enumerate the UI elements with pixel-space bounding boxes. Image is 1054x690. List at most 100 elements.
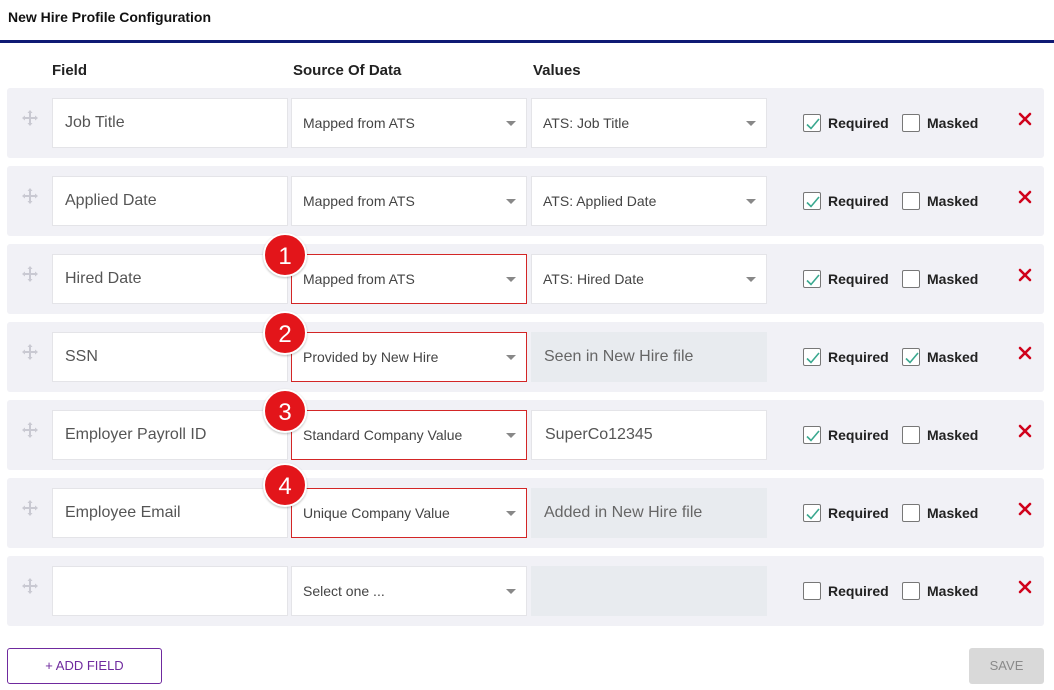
required-label: Required [828,349,889,365]
source-select-value: Mapped from ATS [303,193,415,209]
source-select-value: Mapped from ATS [303,115,415,131]
source-select[interactable]: Unique Company Value [291,488,527,538]
masked-checkbox[interactable] [902,426,920,444]
close-icon[interactable] [1018,112,1032,126]
required-checkbox[interactable] [803,114,821,132]
required-label: Required [828,505,889,521]
checkmark-icon [806,430,820,442]
table-row: Job Title Mapped from ATS ATS: Job Title… [7,88,1044,158]
masked-label: Masked [927,505,979,521]
save-button[interactable]: SAVE [969,648,1044,684]
title-divider [0,40,1054,43]
masked-label: Masked [927,193,979,209]
source-select[interactable]: Select one ... [291,566,527,616]
chevron-down-icon [506,511,516,516]
checkmark-icon [806,118,820,130]
value-readonly [531,566,767,616]
checkmark-icon [806,274,820,286]
add-field-button[interactable]: + ADD FIELD [7,648,162,684]
source-select[interactable]: Mapped from ATS [291,254,527,304]
required-label: Required [828,427,889,443]
table-row: Employee Email Unique Company Value Adde… [7,478,1044,548]
masked-label: Masked [927,115,979,131]
source-select-value: Mapped from ATS [303,271,415,287]
required-label: Required [828,271,889,287]
value-readonly: Added in New Hire file [531,488,767,538]
value-readonly: Seen in New Hire file [531,332,767,382]
masked-label: Masked [927,427,979,443]
checkmark-icon [806,508,820,520]
field-name-input[interactable]: Hired Date [52,254,288,304]
value-select[interactable]: ATS: Hired Date [531,254,767,304]
table-row: Employer Payroll ID Standard Company Val… [7,400,1044,470]
table-row: Applied Date Mapped from ATS ATS: Applie… [7,166,1044,236]
annotation-badge: 3 [263,389,307,433]
required-checkbox[interactable] [803,426,821,444]
annotation-badge: 4 [263,463,307,507]
field-name-input[interactable]: Employer Payroll ID [52,410,288,460]
drag-handle-icon[interactable] [21,499,39,517]
close-icon[interactable] [1018,268,1032,282]
chevron-down-icon [746,121,756,126]
annotation-badge: 2 [263,311,307,355]
close-icon[interactable] [1018,424,1032,438]
drag-handle-icon[interactable] [21,421,39,439]
chevron-down-icon [746,199,756,204]
close-icon[interactable] [1018,580,1032,594]
source-select[interactable]: Mapped from ATS [291,176,527,226]
required-label: Required [828,115,889,131]
value-input[interactable]: SuperCo12345 [531,410,767,460]
field-name-input[interactable]: SSN [52,332,288,382]
masked-checkbox[interactable] [902,348,920,366]
column-header-values: Values [533,62,581,79]
close-icon[interactable] [1018,346,1032,360]
field-name-input[interactable]: Employee Email [52,488,288,538]
field-name-input[interactable]: Applied Date [52,176,288,226]
close-icon[interactable] [1018,190,1032,204]
masked-label: Masked [927,583,979,599]
source-select[interactable]: Standard Company Value [291,410,527,460]
checkmark-icon [806,196,820,208]
required-checkbox[interactable] [803,192,821,210]
checkmark-icon [806,352,820,364]
masked-checkbox[interactable] [902,114,920,132]
drag-handle-icon[interactable] [21,109,39,127]
drag-handle-icon[interactable] [21,343,39,361]
source-select-value: Select one ... [303,583,385,599]
close-icon[interactable] [1018,502,1032,516]
drag-handle-icon[interactable] [21,187,39,205]
masked-checkbox[interactable] [902,504,920,522]
source-select-value: Provided by New Hire [303,349,439,365]
required-checkbox[interactable] [803,504,821,522]
column-header-field: Field [52,62,88,79]
drag-handle-icon[interactable] [21,265,39,283]
value-select-value: ATS: Hired Date [543,271,644,287]
required-label: Required [828,583,889,599]
field-name-input[interactable]: Job Title [52,98,288,148]
drag-handle-icon[interactable] [21,577,39,595]
chevron-down-icon [746,277,756,282]
chevron-down-icon [506,199,516,204]
source-select[interactable]: Provided by New Hire [291,332,527,382]
value-select[interactable]: ATS: Applied Date [531,176,767,226]
masked-checkbox[interactable] [902,192,920,210]
source-select-value: Unique Company Value [303,505,450,521]
value-select[interactable]: ATS: Job Title [531,98,767,148]
column-header-source: Source Of Data [293,62,402,79]
field-name-input[interactable] [52,566,288,616]
chevron-down-icon [506,355,516,360]
value-select-value: ATS: Job Title [543,115,630,131]
checkmark-icon [905,352,919,364]
required-checkbox[interactable] [803,270,821,288]
table-row: Hired Date Mapped from ATS ATS: Hired Da… [7,244,1044,314]
masked-checkbox[interactable] [902,582,920,600]
source-select[interactable]: Mapped from ATS [291,98,527,148]
masked-label: Masked [927,349,979,365]
required-label: Required [828,193,889,209]
required-checkbox[interactable] [803,348,821,366]
masked-label: Masked [927,271,979,287]
chevron-down-icon [506,277,516,282]
required-checkbox[interactable] [803,582,821,600]
masked-checkbox[interactable] [902,270,920,288]
page-title: New Hire Profile Configuration [8,9,212,25]
